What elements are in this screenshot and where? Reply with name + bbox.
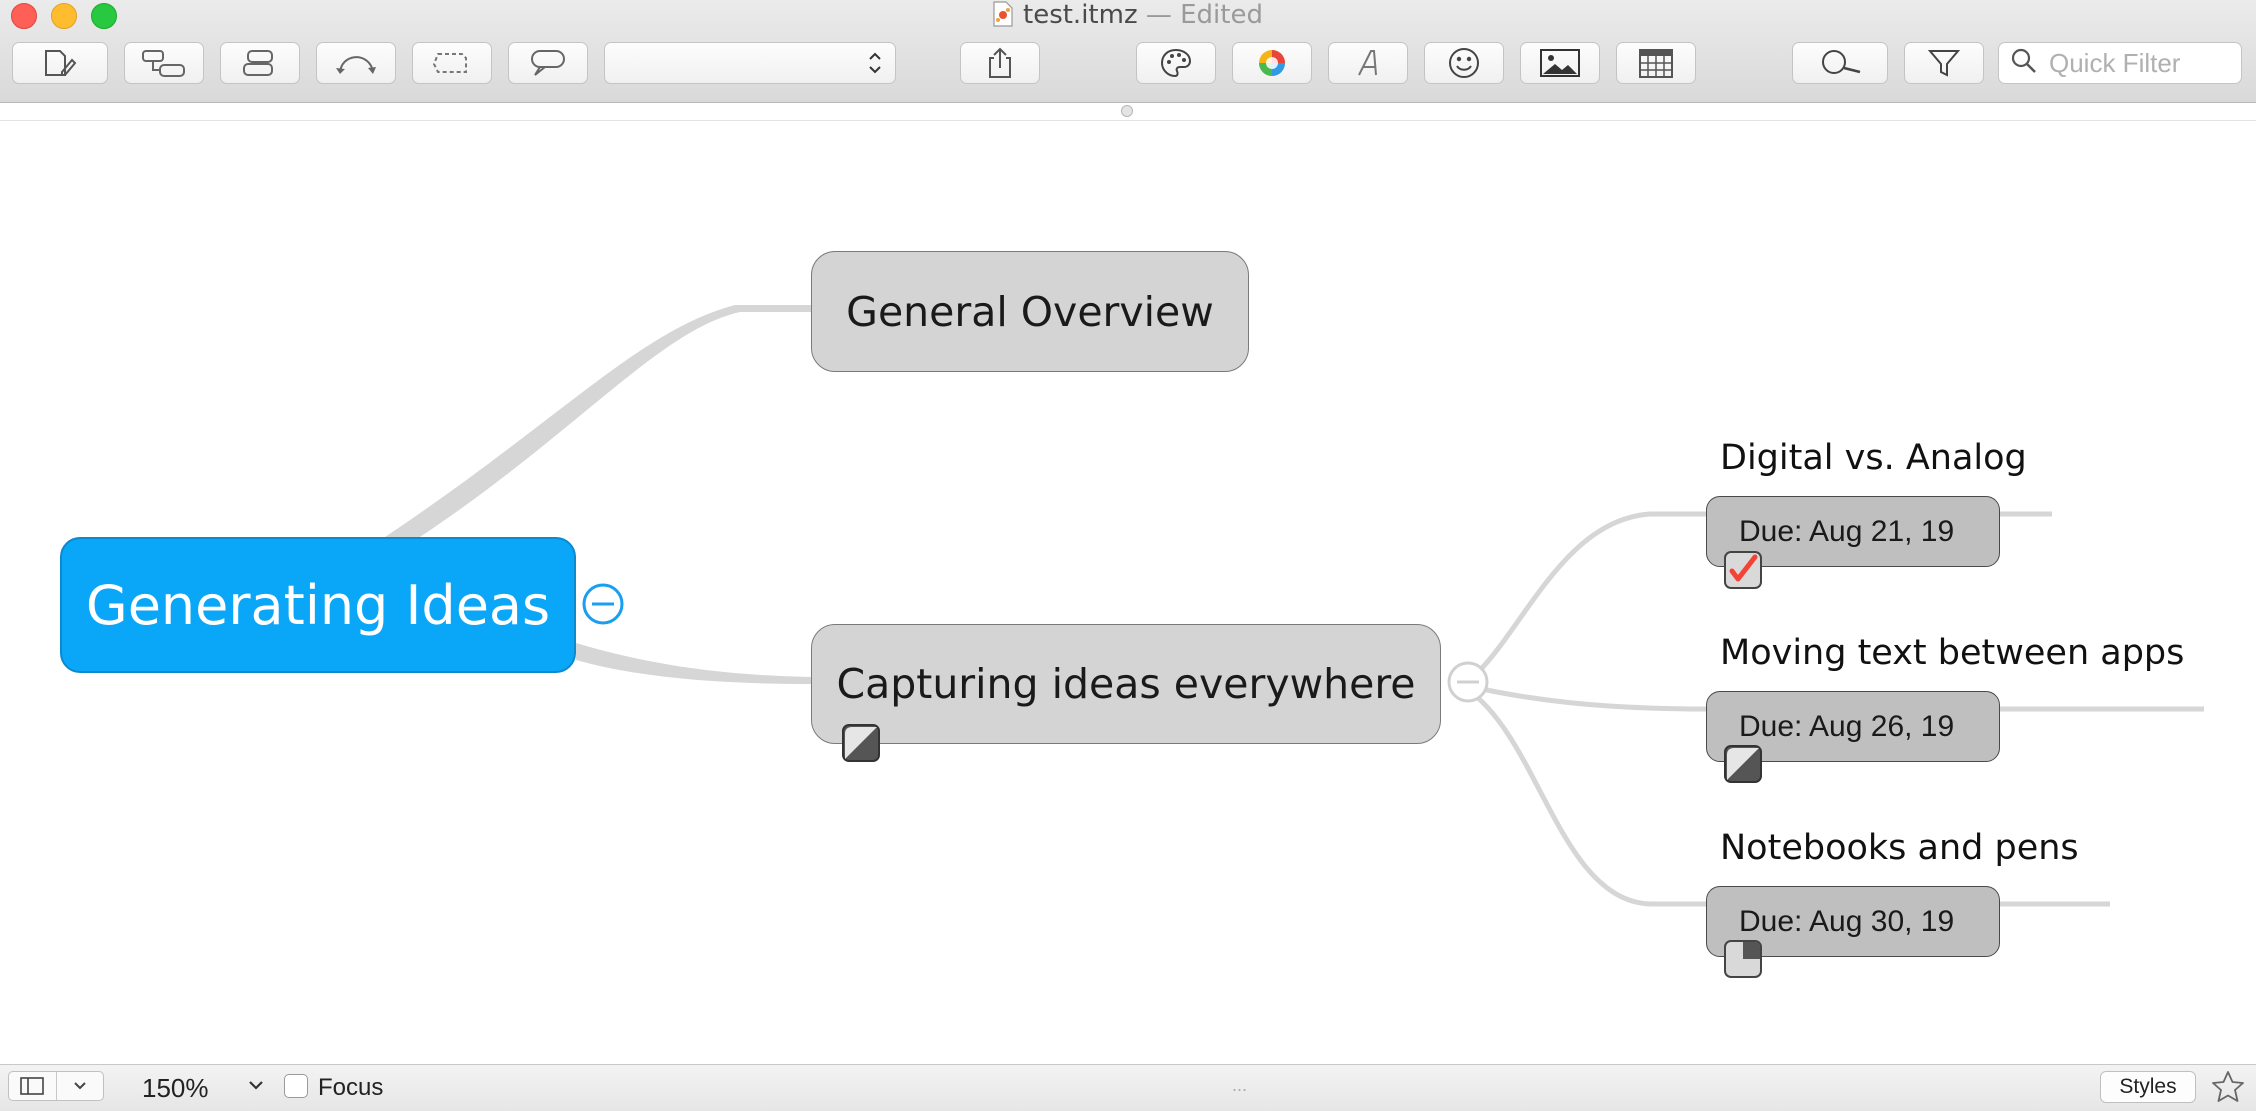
calendar-button[interactable] [1616,42,1696,84]
window-filename: test.itmz [1023,0,1138,30]
star-icon[interactable] [2210,1069,2246,1110]
style-palette-button[interactable] [1136,42,1216,84]
quick-filter-input[interactable] [2047,46,2241,80]
connector-capturing-notebooks [1466,687,1706,907]
topic-capturing-ideas[interactable]: Capturing ideas everywhere [811,624,1441,744]
new-subtopic-button[interactable] [124,42,204,84]
collapse-minus-icon [1446,661,1490,708]
font-icon [1353,47,1383,79]
connector-capturing-digital [1466,511,1706,683]
styles-button[interactable]: Styles [2100,1071,2196,1103]
styles-label: Styles [2119,1075,2177,1098]
due-date-label: Due: Aug 30, 19 [1739,904,1955,938]
subtopic-title-notebooks[interactable]: Notebooks and pens [1720,828,2079,868]
collapse-root-button[interactable] [581,582,625,626]
collapse-capturing-button[interactable] [1446,660,1490,704]
sidebar-menu-chevron-icon[interactable] [55,1072,104,1100]
relationship-button[interactable] [316,42,396,84]
new-parent-topic-button[interactable] [220,42,300,84]
font-button[interactable] [1328,42,1408,84]
topic-label: General Overview [846,287,1214,336]
collapse-minus-icon [581,583,625,630]
image-button[interactable] [1520,42,1600,84]
quick-filter-field[interactable] [1998,42,2242,84]
sidebar-toggle-button[interactable] [8,1071,104,1101]
topic-label: Capturing ideas everywhere [836,660,1416,708]
image-icon [1539,48,1581,78]
document-icon [993,1,1013,27]
progress-half-icon [1724,745,1762,783]
sidebar-icon[interactable] [9,1072,56,1100]
split-view-handle[interactable] [1121,105,1133,117]
window-edited-status: — Edited [1137,0,1263,30]
filter-button[interactable] [1904,42,1984,84]
boundary-button[interactable] [412,42,492,84]
new-topic-button[interactable] [12,42,108,84]
share-button[interactable] [960,42,1040,84]
focus-checkbox[interactable] [284,1074,308,1098]
central-topic[interactable]: Generating Ideas [60,537,576,673]
callout-icon [526,48,570,78]
topic-general-overview[interactable]: General Overview [811,251,1249,372]
progress-indicator-digital[interactable] [1724,551,1762,589]
relationship-icon [332,48,380,78]
title-bar: test.itmz — Edited [0,0,2256,103]
color-wheel-icon [1256,47,1288,79]
mind-map-canvas[interactable]: Generating Ideas General Overview Captur… [0,0,2256,1110]
calendar-icon [1638,47,1674,79]
progress-half-icon [842,724,880,762]
connector-root-overview [385,305,811,537]
zoom-to-fit-button[interactable] [1792,42,1888,84]
zoom-level[interactable]: 150% [142,1073,209,1104]
progress-indicator-capturing[interactable] [842,724,880,762]
status-bar: 150% Focus ... Styles [0,1064,2256,1111]
subtopic-title-digital[interactable]: Digital vs. Analog [1720,438,2027,478]
emoji-button[interactable] [1424,42,1504,84]
style-palette-icon [1159,47,1193,79]
due-date-label: Due: Aug 26, 19 [1739,709,1955,743]
callout-button[interactable] [508,42,588,84]
progress-indicator-moving[interactable] [1724,745,1762,783]
zoom-to-fit-icon [1816,48,1864,78]
updown-chevron-icon [867,50,883,76]
checkmark-icon [1724,551,1762,589]
progress-quarter-icon [1724,940,1762,978]
central-topic-label: Generating Ideas [85,573,551,637]
focus-label: Focus [318,1074,384,1101]
color-button[interactable] [1232,42,1312,84]
boundary-icon [430,48,474,78]
status-more-indicator: ... [1232,1075,1248,1095]
due-date-label: Due: Aug 21, 19 [1739,514,1955,548]
new-topic-icon [40,48,80,78]
filter-icon [1927,47,1961,79]
emoji-icon [1447,46,1481,80]
zoom-chevron-down-icon[interactable] [246,1079,266,1098]
search-icon [2011,48,2037,78]
canvas-top-border [0,120,2256,121]
share-icon [985,47,1015,79]
new-subtopic-icon [140,48,188,78]
new-parent-topic-icon [238,48,282,78]
subtopic-title-moving[interactable]: Moving text between apps [1720,633,2184,673]
connector-capturing-moving [1467,683,1707,712]
progress-indicator-notebooks[interactable] [1724,940,1762,978]
style-popup-button[interactable] [604,42,896,84]
window-title: test.itmz — Edited [0,0,2256,30]
connector-root-capturing [576,643,811,684]
